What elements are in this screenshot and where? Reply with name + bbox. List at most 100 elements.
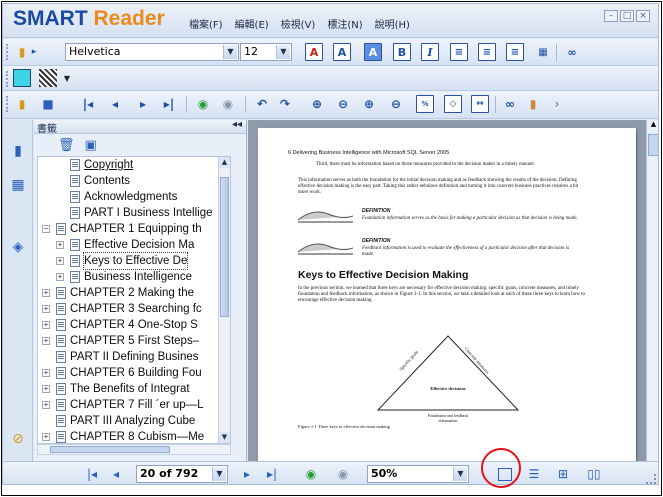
minimize-icon[interactable]: – bbox=[604, 10, 618, 22]
bookmark-item[interactable]: + Effective Decision Ma bbox=[38, 237, 230, 253]
bookmark-item[interactable]: Copyright bbox=[38, 157, 230, 173]
first-page-icon[interactable]: |◂ bbox=[79, 95, 97, 113]
menu-view[interactable]: 檢視(V) bbox=[281, 16, 316, 31]
expand-icon[interactable]: + bbox=[56, 257, 64, 265]
bookmark-item[interactable]: + CHAPTER 2 Making the bbox=[38, 285, 230, 301]
box-a-icon[interactable]: A bbox=[333, 43, 351, 61]
toolbar-grip[interactable] bbox=[6, 71, 9, 87]
chevron-down-icon[interactable]: ▼ bbox=[453, 467, 467, 481]
menu-edit[interactable]: 編輯(E) bbox=[235, 16, 269, 31]
bookmark-item[interactable]: + CHAPTER 5 First Steps– bbox=[38, 333, 230, 349]
menu-annotate[interactable]: 標注(N) bbox=[327, 16, 362, 31]
bookmark-item[interactable]: + CHAPTER 6 Building Fou bbox=[38, 365, 230, 381]
zoom-in-icon[interactable]: ⊕ bbox=[308, 95, 326, 113]
bookmark-icon[interactable]: ▮ bbox=[524, 95, 542, 113]
thumbnails-panel-icon[interactable]: ▦ bbox=[9, 176, 27, 194]
bookmark-item[interactable]: − CHAPTER 1 Equipping th bbox=[38, 221, 230, 237]
expand-icon[interactable]: + bbox=[42, 433, 50, 441]
align-left-icon[interactable]: ≡ bbox=[450, 43, 468, 61]
previous-page-icon[interactable]: ◂ bbox=[109, 466, 123, 482]
scroll-up-icon[interactable]: ▲ bbox=[647, 120, 658, 131]
document-view[interactable]: 6 Delivering Business Intelligence with … bbox=[248, 120, 646, 463]
toolbar-grip[interactable] bbox=[6, 44, 9, 60]
bookmark-item[interactable]: + Business Intelligence bbox=[38, 269, 230, 285]
expand-icon[interactable]: + bbox=[42, 289, 50, 297]
page-number-field[interactable]: 20 of 792 ▼ bbox=[136, 465, 228, 483]
sticky-note-icon[interactable] bbox=[13, 69, 31, 87]
chevron-down-icon[interactable]: ▼ bbox=[223, 45, 237, 59]
expand-icon[interactable]: + bbox=[42, 337, 50, 345]
bookmark-item[interactable]: + The Benefits of Integrat bbox=[38, 381, 230, 397]
first-page-icon[interactable]: |◂ bbox=[85, 466, 99, 482]
bookmark-item[interactable]: Acknowledgments bbox=[38, 189, 230, 205]
forward-icon[interactable]: ◉ bbox=[219, 95, 237, 113]
plus-icon[interactable]: ⊕ bbox=[360, 95, 378, 113]
expand-icon[interactable]: + bbox=[56, 241, 64, 249]
underline-a-icon[interactable]: A bbox=[305, 43, 323, 61]
zoom-select[interactable]: 50% ▼ bbox=[367, 465, 469, 483]
expand-icon[interactable]: + bbox=[42, 305, 50, 313]
back-icon[interactable]: ◉ bbox=[303, 466, 319, 482]
highlight-a-icon[interactable]: A bbox=[364, 43, 382, 61]
scroll-thumb[interactable] bbox=[648, 134, 658, 156]
chevron-down-icon[interactable]: ▼ bbox=[276, 45, 290, 59]
two-up-icon[interactable]: ▯▯ bbox=[586, 466, 602, 482]
chevron-down-icon[interactable]: ▼ bbox=[212, 467, 226, 481]
menu-file[interactable]: 檔案(F) bbox=[189, 16, 223, 31]
next-page-icon[interactable]: ▸ bbox=[134, 95, 152, 113]
document-scrollbar[interactable]: ▲ bbox=[646, 120, 658, 461]
tree-horizontal-scrollbar[interactable] bbox=[37, 444, 231, 455]
forward-icon[interactable]: ◉ bbox=[335, 466, 351, 482]
fit-width-icon[interactable]: ↔ bbox=[471, 95, 489, 113]
collapse-icon[interactable]: − bbox=[42, 225, 50, 233]
bookmark-item[interactable]: + CHAPTER 7 Fill ´er up—L bbox=[38, 397, 230, 413]
expand-icon[interactable]: + bbox=[42, 401, 50, 409]
add-bookmark-icon[interactable]: ▣ bbox=[85, 138, 97, 153]
rotate-right-icon[interactable]: ↷ bbox=[276, 95, 294, 113]
bookmark-item[interactable]: PART III Analyzing Cube bbox=[38, 413, 230, 429]
rotate-left-icon[interactable]: ↶ bbox=[253, 95, 271, 113]
italic-icon[interactable]: I bbox=[421, 43, 439, 61]
pattern-icon[interactable] bbox=[39, 69, 57, 87]
maximize-icon[interactable]: □ bbox=[620, 10, 634, 22]
close-icon[interactable]: × bbox=[636, 10, 650, 22]
bookmark-item[interactable]: PART I Business Intellige bbox=[38, 205, 230, 221]
binoculars-icon[interactable]: ∞ bbox=[563, 43, 581, 61]
last-page-icon[interactable]: ▸| bbox=[160, 95, 178, 113]
tree-scrollbar[interactable]: ▲ ▼ bbox=[218, 157, 230, 443]
bookmark-item[interactable]: Contents bbox=[38, 173, 230, 189]
scroll-up-icon[interactable]: ▲ bbox=[219, 157, 230, 168]
expand-icon[interactable]: + bbox=[42, 369, 50, 377]
bookmark-item[interactable]: + CHAPTER 4 One-Stop S bbox=[38, 317, 230, 333]
expand-icon[interactable]: + bbox=[56, 273, 64, 281]
bookmarks-panel-icon[interactable]: ▮ bbox=[9, 142, 27, 160]
delete-bookmark-icon[interactable]: 🗑 bbox=[58, 138, 75, 153]
more-icon[interactable]: › bbox=[548, 95, 566, 113]
search-icon[interactable]: ∞ bbox=[501, 95, 519, 113]
menu-help[interactable]: 說明(H) bbox=[375, 16, 410, 31]
scroll-down-icon[interactable]: ▼ bbox=[219, 432, 230, 443]
chinese-char-icon[interactable]: ▦ bbox=[534, 43, 552, 61]
zoom-out-icon[interactable]: ⊖ bbox=[334, 95, 352, 113]
open-folder-icon[interactable]: ▮ bbox=[13, 95, 31, 113]
align-right-icon[interactable]: ≡ bbox=[506, 43, 524, 61]
last-page-icon[interactable]: ▸| bbox=[265, 466, 279, 482]
save-icon[interactable]: ■ bbox=[39, 95, 57, 113]
continuous-page-icon[interactable]: ☰ bbox=[527, 466, 541, 482]
previous-page-icon[interactable]: ◂ bbox=[106, 95, 124, 113]
layers-panel-icon[interactable]: ◈ bbox=[9, 238, 27, 256]
next-page-icon[interactable]: ▸ bbox=[240, 466, 254, 482]
expand-icon[interactable]: + bbox=[42, 321, 50, 329]
bookmark-item[interactable]: + CHAPTER 8 Cubism—Me bbox=[38, 429, 230, 443]
actual-size-icon[interactable]: % bbox=[416, 95, 434, 113]
font-family-select[interactable]: Helvetica ▼ bbox=[65, 43, 239, 61]
resize-grip-icon[interactable] bbox=[646, 474, 656, 484]
align-center-icon[interactable]: ≡ bbox=[478, 43, 496, 61]
bold-icon[interactable]: B bbox=[393, 43, 411, 61]
attachment-icon[interactable]: ⊘ bbox=[9, 430, 27, 448]
facing-pages-icon[interactable]: ⊞ bbox=[556, 466, 570, 482]
toolbar-grip[interactable] bbox=[6, 96, 9, 112]
expand-icon[interactable]: + bbox=[42, 385, 50, 393]
collapse-panel-icon[interactable]: ◂◂ bbox=[232, 119, 242, 130]
font-size-select[interactable]: 12 ▼ bbox=[240, 43, 292, 61]
